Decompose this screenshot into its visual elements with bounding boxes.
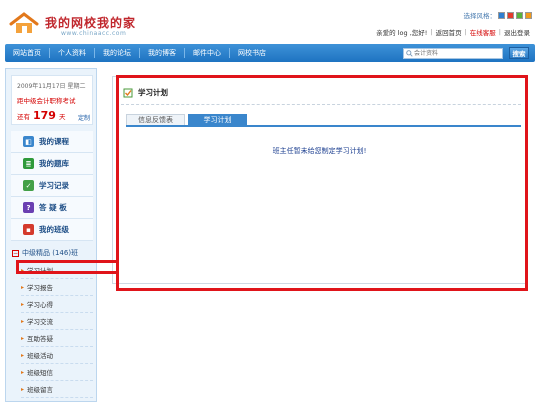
style-label: 选择风格： [463, 12, 497, 20]
arrow-icon: ▸ [21, 385, 25, 393]
sidebar-item-my-class[interactable]: ▪ 我的班级 [11, 219, 93, 241]
class-name: 中级精品 (146)班 [22, 249, 79, 257]
online-service-link[interactable]: 在线客服 [470, 27, 496, 37]
left-sidebar: 2009年11月17日 星期二 距中级会计职称考试 还有 179 天 定制 ◧ … [5, 68, 97, 402]
arrow-icon: ▸ [21, 317, 25, 325]
logout-link[interactable]: 退出登录 [504, 27, 530, 37]
style-swatch-green[interactable] [516, 11, 523, 19]
logo-title: 我的网校我的家 [45, 16, 137, 30]
nav-item-forum[interactable]: 我的论坛 [95, 48, 140, 58]
main-nav-bar: 网站首页 个人资料 我的论坛 我的博客 邮件中心 网校书店 搜索 [5, 44, 535, 62]
nav-item-bookstore[interactable]: 网校书店 [230, 48, 274, 58]
current-date: 2009年11月17日 星期二 [17, 83, 86, 90]
days-count: 179 [33, 109, 56, 122]
search-icon [404, 49, 414, 59]
sub-item-study-exchange[interactable]: ▸ 学习交流 [21, 313, 93, 330]
class-sub-menu: ▸ 学习计划 ▸ 学习报告 ▸ 学习心得 ▸ 学习交流 ▸ 互助答疑 ▸ 班级活动 ▸ 班级短… [21, 262, 93, 398]
question-mark-icon: ? [23, 202, 34, 213]
sidebar-item-qa-board[interactable]: ? 答 疑 板 [11, 197, 93, 219]
style-switcher: 选择风格： [463, 10, 532, 20]
customize-link[interactable]: 定制 [78, 113, 90, 122]
sidebar-item-question-bank[interactable]: ≣ 我的题库 [11, 153, 93, 175]
sidebar-menu: ◧ 我的课程 ≣ 我的题库 ✓ 学习记录 ? 答 疑 板 ▪ 我的班级 [11, 131, 93, 241]
sub-item-class-message[interactable]: ▸ 班级留言 [21, 381, 93, 398]
search-box [403, 48, 503, 59]
arrow-icon: ▸ [21, 334, 25, 342]
sub-item-study-notes[interactable]: ▸ 学习心得 [21, 296, 93, 313]
course-icon: ◧ [23, 136, 34, 147]
sub-item-study-report[interactable]: ▸ 学习报告 [21, 279, 93, 296]
collapse-icon[interactable]: − [12, 249, 19, 257]
style-swatch-blue[interactable] [498, 11, 505, 19]
question-bank-icon: ≣ [23, 158, 34, 169]
nav-item-profile[interactable]: 个人资料 [50, 48, 95, 58]
arrow-icon: ▸ [21, 283, 25, 291]
record-icon: ✓ [23, 180, 34, 191]
home-link[interactable]: 返回首页 [436, 27, 462, 37]
sub-item-class-activity[interactable]: ▸ 班级活动 [21, 347, 93, 364]
sub-item-mutual-qa[interactable]: ▸ 互助答疑 [21, 330, 93, 347]
style-swatch-red[interactable] [507, 11, 514, 19]
sidebar-item-study-record[interactable]: ✓ 学习记录 [11, 175, 93, 197]
nav-item-home[interactable]: 网站首页 [5, 48, 50, 58]
exam-name: 距中级会计职称考试 [17, 97, 76, 105]
arrow-icon: ▸ [21, 368, 25, 376]
logo-url: www.chinaacc.com [61, 30, 127, 37]
nav-item-mail[interactable]: 邮件中心 [185, 48, 230, 58]
nav-item-blog[interactable]: 我的博客 [140, 48, 185, 58]
class-group-header[interactable]: − 中级精品 (146)班 [12, 248, 78, 258]
search-input[interactable] [414, 49, 499, 58]
search-button[interactable]: 搜索 [509, 47, 529, 59]
site-logo[interactable]: 我的网校我的家 www.chinaacc.com [5, 8, 165, 38]
style-swatch-orange[interactable] [525, 11, 532, 19]
highlight-frame [116, 75, 528, 291]
arrow-icon: ▸ [21, 351, 25, 359]
house-logo-icon [9, 12, 39, 33]
class-icon: ▪ [23, 224, 34, 235]
sub-item-class-sms[interactable]: ▸ 班级短信 [21, 364, 93, 381]
sidebar-item-courses[interactable]: ◧ 我的课程 [11, 131, 93, 153]
exam-countdown: 2009年11月17日 星期二 距中级会计职称考试 还有 179 天 定制 [11, 75, 93, 125]
highlight-sidebar-item [16, 260, 116, 274]
top-links: 亲爱的 log ,您好! | 返回首页 | 在线客服 | 退出登录 [376, 27, 530, 37]
top-header: 我的网校我的家 www.chinaacc.com 选择风格： 亲爱的 log ,… [0, 0, 540, 44]
greeting-text: 亲爱的 log ,您好! [376, 29, 428, 37]
days-remaining: 还有 179 天 [17, 109, 66, 122]
arrow-icon: ▸ [21, 300, 25, 308]
